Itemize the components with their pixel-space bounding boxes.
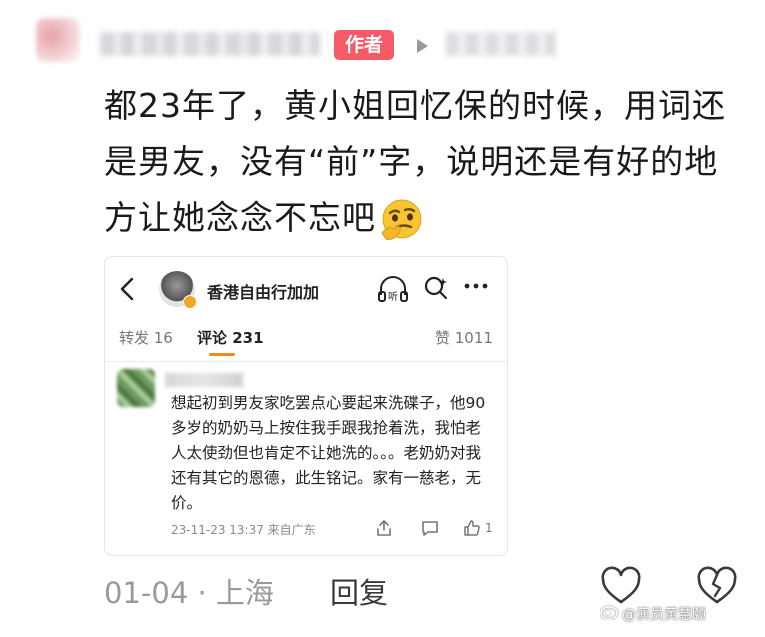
search-icon[interactable] (423, 275, 449, 301)
reply-meta: 23-11-23 13:37 来自广东 (171, 523, 316, 537)
reply-avatar[interactable] (117, 369, 155, 407)
back-arrow-icon[interactable] (119, 277, 135, 301)
reply-text: 想起初到男友家吃罢点心要起来洗碟子，他90多岁的奶奶马上按住我手跟我抢着洗，我怕… (171, 394, 486, 512)
reply-target-blurred (446, 32, 556, 56)
listen-icon[interactable]: 听 (377, 275, 409, 303)
heart-icon[interactable] (600, 566, 642, 606)
broken-heart-icon[interactable] (696, 566, 738, 606)
divider (105, 361, 507, 362)
profile-name[interactable]: 香港自由行加加 (207, 279, 319, 303)
tab-repost[interactable]: 转发 16 (119, 327, 173, 348)
verified-badge-icon (183, 295, 197, 309)
play-icon (417, 39, 428, 53)
thinking-face-emoji-icon (381, 199, 422, 240)
username-blurred[interactable] (100, 32, 320, 56)
listen-label: 听 (388, 291, 398, 303)
thumbs-up-icon[interactable] (463, 519, 481, 537)
tab-comments[interactable]: 评论 231 (197, 327, 264, 348)
comment-icon[interactable] (421, 519, 439, 537)
reply-button[interactable]: 回复 (330, 570, 388, 612)
comment-text: 都23年了，黄小姐回忆保的时候，用词还是男友，没有“前”字，说明还是有好的地方让… (104, 78, 744, 246)
embedded-screenshot: 香港自由行加加 听 转发 16 评论 231 赞 1011 想起初到男友家吃罢点… (104, 256, 508, 556)
active-tab-indicator (209, 353, 235, 356)
avatar[interactable] (36, 18, 80, 62)
more-options-icon[interactable] (463, 281, 489, 291)
author-badge: 作者 (334, 30, 395, 60)
watermark: @演员黄慧颐 (622, 607, 706, 623)
reply-username-blurred[interactable] (165, 373, 243, 387)
share-icon[interactable] (375, 519, 393, 537)
reply-like-count: 1 (485, 521, 493, 535)
weibo-logo-icon (600, 606, 618, 620)
tab-likes[interactable]: 赞 1011 (435, 327, 493, 348)
post-date-location: 01-04 · 上海 (104, 576, 274, 610)
